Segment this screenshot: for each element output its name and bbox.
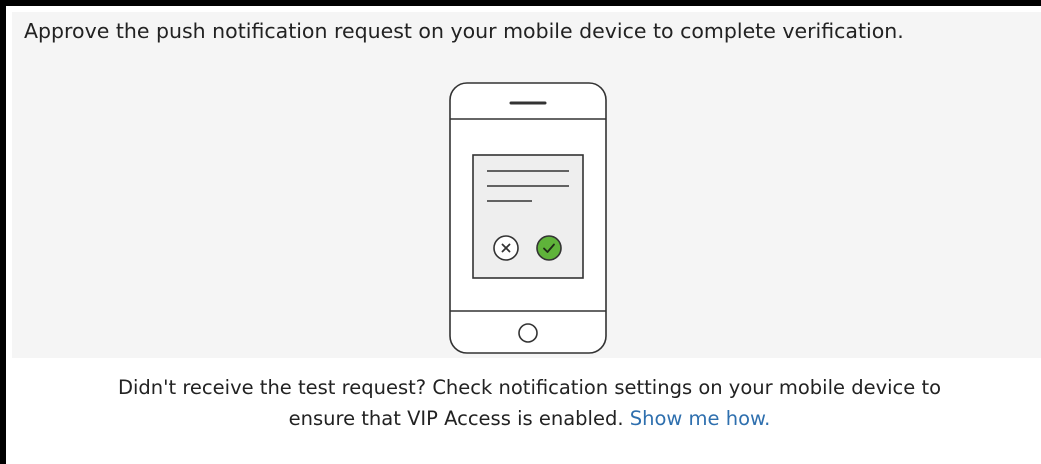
notification-card (472, 154, 584, 279)
push-prompt-panel: Approve the push notification request on… (12, 12, 1041, 358)
show-me-how-link[interactable]: Show me how. (630, 407, 771, 430)
phone-icon (449, 82, 607, 354)
reject-x-icon (493, 235, 519, 261)
help-line-2: ensure that VIP Access is enabled. (288, 407, 624, 430)
instruction-text: Approve the push notification request on… (24, 19, 904, 43)
help-line-1: Didn't receive the test request? Check n… (117, 376, 942, 399)
help-text: Didn't receive the test request? Check n… (12, 372, 1041, 434)
home-button-icon (518, 323, 538, 343)
verification-frame: Approve the push notification request on… (0, 0, 1041, 464)
approve-check-icon (536, 235, 562, 261)
